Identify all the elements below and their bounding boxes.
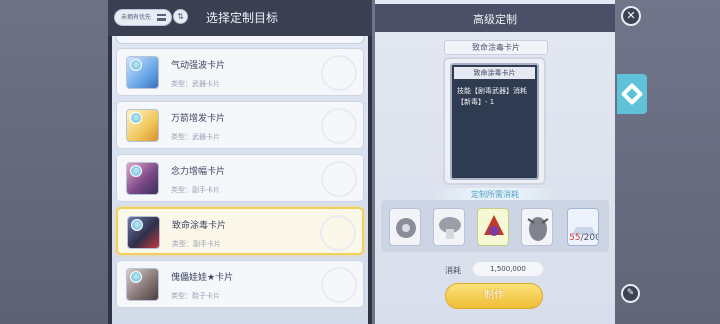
sort-icon[interactable]: ⇅ — [173, 9, 188, 24]
dragon-card-icon[interactable] — [477, 208, 509, 246]
cost-label: 消耗 — [445, 266, 461, 275]
card-decoration — [321, 267, 357, 303]
card-preview-title: 致命涂毒卡片 — [454, 67, 535, 79]
card-list[interactable]: ◎ 气动强波卡片 类型：武器卡片 ◎ 万箭增发卡片 类型：武器卡片 ◎ 念力增幅… — [112, 36, 368, 324]
advanced-customize-panel: 高级定制 致命涂毒卡片 致命涂毒卡片 技能【剧毒武器】消耗【新毒】- 1 定制所… — [375, 0, 615, 324]
ingot-material-icon[interactable]: 55/200 — [567, 208, 599, 246]
card-decoration — [321, 55, 357, 91]
selected-card-name: 致命涂毒卡片 — [444, 40, 548, 55]
card-name: 傀儡娃娃★卡片 — [171, 273, 234, 283]
list-item[interactable]: ◎ 傀儡娃娃★卡片 类型：鞋子卡片 — [116, 260, 364, 308]
filter-label: 未拥有优先 — [121, 14, 152, 21]
mushroom-material-icon[interactable] — [433, 208, 465, 246]
background-left — [0, 0, 108, 324]
right-panel-title: 高级定制 — [473, 13, 517, 26]
background-right — [615, 0, 720, 324]
materials-row: 55/200 — [381, 200, 609, 252]
card-type: 类型：副手卡片 — [171, 186, 220, 194]
list-item[interactable]: ◎ 念力增幅卡片 类型：副手卡片 — [116, 154, 364, 202]
search-badge-icon: ◎ — [130, 59, 142, 71]
cost-value: 1,500,000 — [473, 262, 543, 276]
customize-tab-icon[interactable] — [617, 74, 647, 114]
card-avatar: ◎ — [126, 268, 159, 301]
card-decoration — [320, 215, 356, 251]
card-preview-inner: 致命涂毒卡片 技能【剧毒武器】消耗【新毒】- 1 — [450, 63, 539, 180]
card-type: 类型：武器卡片 — [171, 133, 220, 141]
search-badge-icon: ◎ — [130, 271, 142, 283]
close-icon[interactable]: ✕ — [621, 6, 641, 26]
material-count: 55/200 — [569, 233, 599, 243]
card-decoration — [321, 161, 357, 197]
list-item-selected[interactable]: ◎ 致命涂毒卡片 类型：副手卡片 — [116, 207, 364, 255]
card-name: 万箭增发卡片 — [171, 114, 226, 124]
left-panel-title: 选择定制目标 — [206, 11, 279, 25]
gear-material-icon[interactable] — [389, 208, 421, 246]
make-button[interactable]: 制作 — [445, 283, 543, 309]
bug-material-icon[interactable] — [521, 208, 553, 246]
list-item-partial — [116, 36, 364, 44]
card-name: 念力增幅卡片 — [171, 167, 226, 177]
search-badge-icon: ◎ — [130, 112, 142, 124]
target-select-panel: 未拥有优先 ⇅ 选择定制目标 ◎ 气动强波卡片 类型：武器卡片 ◎ 万箭增发卡片… — [108, 0, 372, 324]
card-avatar: ◎ — [126, 162, 159, 195]
card-preview: 致命涂毒卡片 技能【剧毒武器】消耗【新毒】- 1 — [443, 57, 546, 185]
card-avatar: ◎ — [126, 109, 159, 142]
card-avatar: ◎ — [127, 216, 160, 249]
left-header: 未拥有优先 ⇅ 选择定制目标 — [108, 0, 372, 36]
card-type: 类型：武器卡片 — [171, 80, 220, 88]
card-avatar: ◎ — [126, 56, 159, 89]
card-type: 类型：鞋子卡片 — [171, 292, 220, 300]
card-decoration — [321, 108, 357, 144]
card-name: 气动强波卡片 — [171, 61, 226, 71]
card-preview-description: 技能【剧毒武器】消耗【新毒】- 1 — [457, 87, 527, 106]
card-name: 致命涂毒卡片 — [172, 221, 227, 231]
wrench-icon[interactable]: ✎ — [621, 284, 640, 303]
search-badge-icon: ◎ — [131, 219, 143, 231]
search-badge-icon: ◎ — [130, 165, 142, 177]
filter-dropdown[interactable]: 未拥有优先 — [114, 9, 172, 26]
menu-icon — [157, 14, 166, 21]
list-item[interactable]: ◎ 气动强波卡片 类型：武器卡片 — [116, 48, 364, 96]
card-type: 类型：副手卡片 — [172, 240, 221, 248]
list-item[interactable]: ◎ 万箭增发卡片 类型：武器卡片 — [116, 101, 364, 149]
